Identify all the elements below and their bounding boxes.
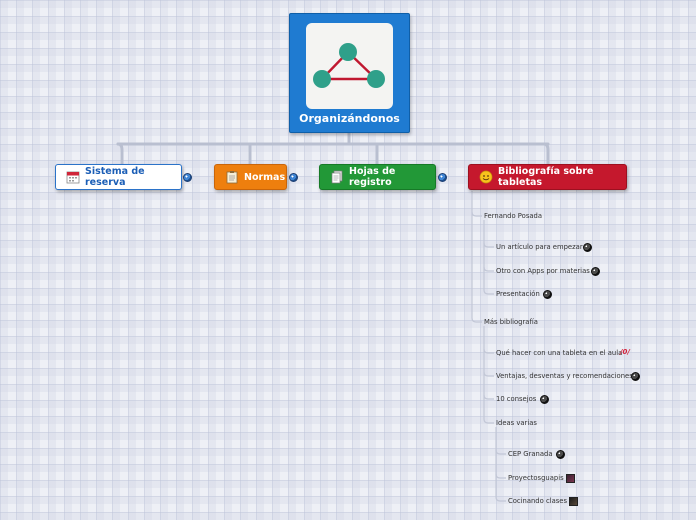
central-topic-label: Organizándonos xyxy=(299,112,400,125)
central-topic[interactable]: Organizándonos xyxy=(289,13,410,133)
clipboard-icon xyxy=(225,170,239,184)
globe-link-icon[interactable] xyxy=(438,173,447,182)
subtopic-item[interactable]: Otro con Apps por materias xyxy=(496,267,590,275)
globe-link-icon[interactable] xyxy=(583,243,592,252)
subtopic-item[interactable]: 10 consejos xyxy=(496,395,536,403)
thumbnail-image[interactable] xyxy=(569,497,578,506)
thumbnail-image[interactable] xyxy=(566,474,575,483)
globe-link-icon[interactable] xyxy=(556,450,565,459)
topic-normas[interactable]: Normas xyxy=(214,164,287,190)
subtopic-ideas-varias[interactable]: Ideas varias xyxy=(496,419,537,427)
subtopic-mas-bibliografia[interactable]: Más bibliografía xyxy=(484,318,538,326)
topic-label: Hojas de registro xyxy=(349,166,396,188)
smiley-icon xyxy=(479,170,493,184)
subtopic-item[interactable]: Un artículo para empezar xyxy=(496,243,583,251)
subtopic-item[interactable]: Proyectosguapis xyxy=(508,474,564,482)
subtopic-item[interactable]: Cocinando clases xyxy=(508,497,567,505)
topic-sistema-de-reserva[interactable]: Sistema de reserva xyxy=(55,164,182,190)
topic-label: Sistema de reserva xyxy=(85,166,145,188)
link-icon[interactable]: /0/ xyxy=(620,348,630,356)
triangle-network-icon xyxy=(306,23,393,109)
topic-hojas-de-registro[interactable]: Hojas de registro xyxy=(319,164,436,190)
calendar-icon xyxy=(66,170,80,184)
subtopic-item[interactable]: CEP Granada xyxy=(508,450,552,458)
subtopic-item[interactable]: Ventajas, desventas y recomendaciones xyxy=(496,372,633,380)
globe-link-icon[interactable] xyxy=(183,173,192,182)
subtopic-item[interactable]: Presentación xyxy=(496,290,540,298)
globe-link-icon[interactable] xyxy=(543,290,552,299)
subtopic-fernando-posada[interactable]: Fernando Posada xyxy=(484,212,542,220)
topic-bibliografia-sobre-tabletas[interactable]: Bibliografía sobre tabletas xyxy=(468,164,627,190)
globe-link-icon[interactable] xyxy=(289,173,298,182)
documents-icon xyxy=(330,170,344,184)
globe-link-icon[interactable] xyxy=(631,372,640,381)
topic-label: Normas xyxy=(244,171,286,183)
globe-link-icon[interactable] xyxy=(591,267,600,276)
topic-label: Bibliografía sobre tabletas xyxy=(498,166,594,188)
globe-link-icon[interactable] xyxy=(540,395,549,404)
subtopic-item[interactable]: Qué hacer con una tableta en el aula xyxy=(496,349,622,357)
